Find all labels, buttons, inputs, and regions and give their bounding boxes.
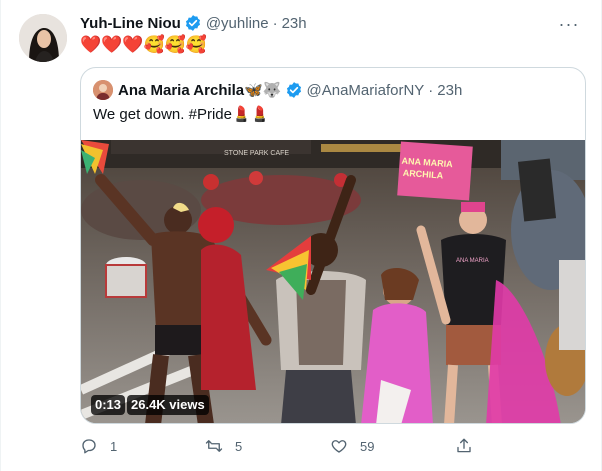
video-player[interactable]: STONE PARK CAFE ANA MARIA ARCHILA ANA MA… (81, 140, 585, 423)
quoted-header: Ana Maria Archila🦋🐺 @AnaMariaforNY · 23h (93, 80, 462, 100)
tweet-text: ❤️❤️❤️🥰🥰🥰 (80, 35, 208, 54)
tweet-actions: 1 5 59 (80, 435, 580, 457)
quoted-author-avatar[interactable] (93, 80, 113, 100)
heart-icon (331, 440, 347, 453)
author-avatar[interactable] (19, 14, 67, 62)
reply-icon (82, 439, 96, 454)
quoted-author-handle[interactable]: @AnaMariaforNY (307, 82, 425, 99)
retweet-button[interactable]: 5 (205, 437, 330, 455)
video-views-badge: 26.4K views (127, 395, 209, 415)
video-frame: STONE PARK CAFE ANA MARIA ARCHILA ANA MA… (81, 140, 585, 423)
like-count: 59 (360, 438, 375, 454)
retweet-count: 5 (235, 438, 243, 454)
tweet-card[interactable]: Yuh-Line Niou @yuhline · 23h ··· ❤️❤️❤️🥰… (0, 0, 602, 471)
more-options-icon[interactable]: ··· (557, 12, 581, 36)
reply-button[interactable]: 1 (80, 437, 205, 455)
video-duration-badge: 0:13 (91, 395, 126, 415)
store-sign: STONE PARK CAFE (224, 150, 289, 157)
quoted-author-name[interactable]: Ana Maria Archila🦋🐺 (118, 81, 282, 99)
share-icon (457, 438, 471, 453)
verified-badge-icon (184, 14, 202, 32)
quoted-time[interactable]: 23h (437, 82, 462, 99)
like-button[interactable]: 59 (330, 437, 455, 455)
author-handle[interactable]: @yuhline (206, 15, 269, 32)
reply-count: 1 (110, 438, 118, 454)
quoted-tweet[interactable]: Ana Maria Archila🦋🐺 @AnaMariaforNY · 23h… (80, 67, 586, 424)
shirt-text: ANA MARIA (456, 258, 489, 264)
author-name[interactable]: Yuh-Line Niou (80, 15, 181, 32)
quoted-text: We get down. #Pride💄💄 (93, 106, 270, 123)
retweet-icon (205, 440, 223, 452)
tweet-time[interactable]: 23h (282, 15, 307, 32)
separator-dot: · (272, 14, 278, 32)
share-button[interactable] (455, 437, 580, 455)
separator-dot: · (428, 81, 434, 99)
tweet-header: Yuh-Line Niou @yuhline · 23h (80, 13, 307, 33)
verified-badge-icon (285, 81, 303, 99)
